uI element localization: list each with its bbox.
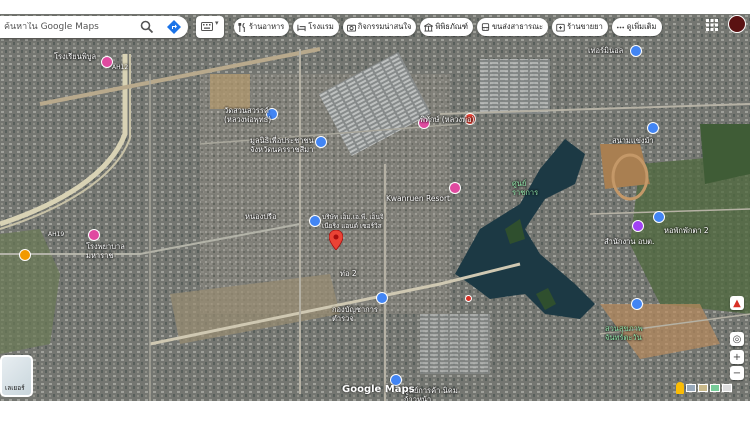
map-label: AH12	[112, 64, 129, 71]
chip-transit[interactable]: ขนส่งสาธารณะ	[476, 18, 549, 36]
map-label: Kwanruen Resort	[386, 194, 450, 203]
layers-label: เลเยอร์	[5, 384, 25, 392]
chip-pharmacies[interactable]: ร้านขายยา	[552, 18, 608, 36]
camera-icon	[346, 24, 356, 32]
bottom-toolbar: ⌃	[676, 382, 750, 394]
place-pin[interactable]	[309, 215, 321, 227]
search-input[interactable]	[4, 22, 132, 32]
chip-label: ขนส่งสาธารณะ	[491, 22, 544, 31]
search-icon[interactable]	[140, 20, 154, 34]
keyboard-icon	[201, 22, 213, 31]
location-marker-icon[interactable]	[329, 230, 343, 250]
bed-icon	[297, 24, 306, 31]
terrain-thumbnail[interactable]	[722, 384, 732, 392]
map-label: ท่อ 2	[340, 269, 357, 278]
transit-thumbnail[interactable]	[710, 384, 720, 392]
hotel-pin[interactable]	[88, 229, 100, 241]
chip-label: ร้านอาหาร	[249, 22, 285, 31]
map-label: สวนสุขภาพ จันทร์ตะวัน	[605, 324, 643, 342]
map-label: AH19	[48, 231, 65, 238]
chip-label: ร้านขายยา	[567, 22, 603, 31]
chip-hotels[interactable]: โรงแรม	[293, 18, 339, 36]
pegman-icon[interactable]	[676, 382, 684, 394]
map-label: เทอร์มินอล	[588, 46, 624, 55]
more-icon	[616, 26, 624, 28]
satellite-map[interactable]: โรงเรียนพิบูล AH12 วัดสวนสวรรค์ (หลวงพ่อ…	[0, 14, 750, 401]
satellite-imagery	[0, 14, 750, 401]
map-label: หอพักพักตา 2	[664, 226, 709, 235]
place-pin[interactable]	[19, 249, 31, 261]
apps-grid-icon[interactable]	[705, 18, 719, 32]
place-pin[interactable]	[653, 211, 665, 223]
map-label: สนามแข่งม้า	[612, 136, 654, 145]
museum-icon	[424, 22, 434, 32]
chip-things-to-do[interactable]: กิจกรรมน่าสนใจ	[342, 18, 417, 36]
map-label: โรงพยาบาลมหาราช	[86, 242, 125, 260]
explore-thumbnail[interactable]	[686, 384, 696, 392]
zoom-in-button[interactable]: +	[730, 350, 744, 364]
layers-button[interactable]: เลเยอร์	[0, 355, 33, 397]
chip-museums[interactable]: พิพิธภัณฑ์	[420, 18, 473, 36]
hotel-pin[interactable]	[449, 182, 461, 194]
place-pin[interactable]	[465, 295, 472, 302]
search-box	[0, 16, 188, 38]
compass-button[interactable]: ▲	[730, 296, 744, 310]
zoom-out-button[interactable]: −	[730, 366, 744, 380]
map-label: กองบัญชาการ ตำรวจ	[332, 305, 378, 323]
map-label: วัดสวนสวรรค์ (หลวงพ่อพุทธ)	[224, 106, 272, 124]
place-pin[interactable]	[647, 122, 659, 134]
chevron-down-icon: ▾	[215, 19, 219, 27]
chip-restaurants[interactable]: ร้านอาหาร	[234, 18, 290, 36]
chip-label: ดูเพิ่มเติม	[626, 22, 657, 31]
map-label: มูลนิธิเพื่อประชาชน จังหวัดนครราชสีมา	[250, 136, 314, 154]
input-tools-button[interactable]: ▾	[196, 16, 224, 38]
fork-knife-icon	[238, 22, 245, 32]
place-pin[interactable]	[630, 45, 642, 57]
google-maps-logo: Google Maps	[342, 384, 415, 395]
directions-icon[interactable]	[166, 19, 182, 35]
map-label: หนองปรือ	[245, 212, 277, 221]
chip-more[interactable]: ดูเพิ่มเติม	[611, 18, 662, 36]
traffic-thumbnail[interactable]	[698, 384, 708, 392]
account-avatar[interactable]	[728, 15, 746, 33]
place-pin[interactable]	[376, 292, 388, 304]
place-pin[interactable]	[631, 298, 643, 310]
category-chips: ร้านอาหาร โรงแรม กิจกรรมน่าสนใจ พิพิธภัณ…	[234, 18, 662, 36]
chip-label: โรงแรม	[308, 22, 334, 31]
place-pin[interactable]	[632, 220, 644, 232]
bus-icon	[481, 22, 490, 31]
pharmacy-icon	[556, 23, 565, 32]
chip-label: พิพิธภัณฑ์	[435, 22, 468, 31]
map-label: ศูนย์ราชการ	[512, 179, 539, 197]
my-location-button[interactable]: ◎	[730, 332, 744, 346]
chip-label: กิจกรรมน่าสนใจ	[357, 22, 412, 31]
map-label: บริษัท เอ็ม.เอ.พี. เอ็นจิเนียริ่ง แอนด์ …	[322, 213, 384, 230]
map-label: โรงเรียนพิบูล	[54, 52, 97, 61]
map-label: สำนักงาน อบต.	[604, 237, 655, 246]
map-label: พิทักษ์ (หลวงพ่อ)	[420, 115, 475, 124]
